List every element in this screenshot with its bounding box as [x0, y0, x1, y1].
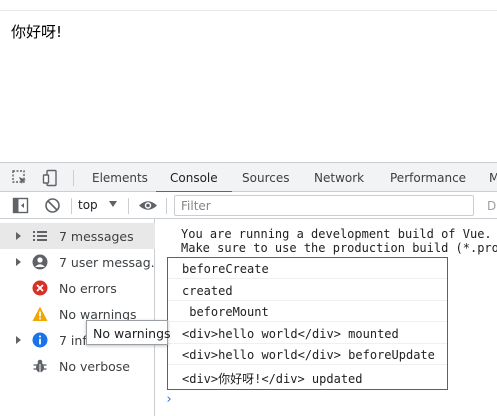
expand-arrow-icon[interactable]: [16, 336, 21, 344]
log-text: <div>你好呀!</div> updated: [182, 372, 363, 386]
live-expression-eye-icon[interactable]: [138, 197, 158, 214]
highlighted-log-group: beforeCreate created beforeMount <div>he…: [167, 257, 448, 390]
tab-memory-truncated[interactable]: M: [487, 163, 497, 192]
log-row: beforeCreate: [168, 258, 447, 279]
log-row: beforeMount: [168, 301, 447, 322]
toolbar-separator: [128, 198, 129, 214]
log-text: <div>hello world</div> beforeUpdate: [182, 348, 435, 362]
expand-arrow-icon[interactable]: [16, 232, 21, 240]
device-toolbar-icon[interactable]: [42, 169, 60, 187]
devtools-tabbar: Elements Console Sources Network Perform…: [0, 163, 497, 193]
warnings-tooltip: No warnings: [86, 320, 171, 345]
console-sidebar: 7 messages 7 user messag... No errors No…: [0, 219, 155, 416]
bug-icon: [32, 358, 48, 374]
sidebar-item-label: 7 messages: [59, 229, 134, 244]
log-row: <div>hello world</div> mounted: [168, 323, 447, 344]
console-message: You are running a development build of V…: [181, 227, 492, 241]
sidebar-item-label: 7 user messag...: [59, 255, 155, 270]
sidebar-item-label: No verbose: [59, 359, 130, 374]
tab-sources[interactable]: Sources: [240, 163, 291, 192]
log-text: beforeCreate: [182, 262, 269, 276]
chevron-down-icon: [109, 201, 117, 207]
tab-console[interactable]: Console: [156, 163, 232, 193]
tabbar-separator: [73, 170, 74, 186]
sidebar-item-label: No errors: [59, 281, 117, 296]
sidebar-item-verbose[interactable]: No verbose: [0, 353, 155, 379]
user-icon: [32, 254, 48, 270]
page-greeting-text: 你好呀!: [11, 23, 63, 41]
console-prompt[interactable]: ›: [165, 392, 173, 407]
page-viewport: 你好呀!: [0, 0, 497, 162]
devtools-panel: Elements Console Sources Network Perform…: [0, 162, 497, 416]
inspect-element-icon[interactable]: [11, 169, 29, 187]
default-levels-dropdown[interactable]: D: [487, 199, 496, 213]
error-icon: [32, 280, 48, 296]
sidebar-item-messages[interactable]: 7 messages: [0, 223, 155, 249]
list-icon: [32, 228, 48, 244]
console-output: You are running a development build of V…: [156, 219, 497, 416]
toolbar-separator: [166, 198, 167, 214]
log-text: beforeMount: [182, 305, 269, 319]
log-text: <div>hello world</div> mounted: [182, 327, 399, 341]
log-row: <div>hello world</div> beforeUpdate: [168, 344, 447, 365]
expand-arrow-icon[interactable]: [16, 258, 21, 266]
filter-input[interactable]: [174, 195, 474, 216]
tab-performance[interactable]: Performance: [388, 163, 468, 192]
sidebar-toggle-icon[interactable]: [12, 197, 29, 214]
console-message: Make sure to use the production build (*…: [181, 241, 497, 255]
log-text: created: [182, 284, 233, 298]
context-selector[interactable]: top: [78, 196, 98, 215]
console-toolbar: top D: [0, 192, 497, 219]
log-row: <div>你好呀!</div> updated: [168, 366, 447, 387]
info-icon: [32, 332, 48, 348]
warning-icon: [32, 306, 48, 322]
toolbar-separator: [71, 198, 72, 214]
clear-console-icon[interactable]: [44, 197, 61, 214]
viewport-divider: [0, 10, 497, 11]
log-row: created: [168, 280, 447, 301]
tab-elements[interactable]: Elements: [90, 163, 150, 192]
sidebar-item-errors[interactable]: No errors: [0, 275, 155, 301]
sidebar-item-user-messages[interactable]: 7 user messag...: [0, 249, 155, 275]
tab-network[interactable]: Network: [312, 163, 366, 192]
